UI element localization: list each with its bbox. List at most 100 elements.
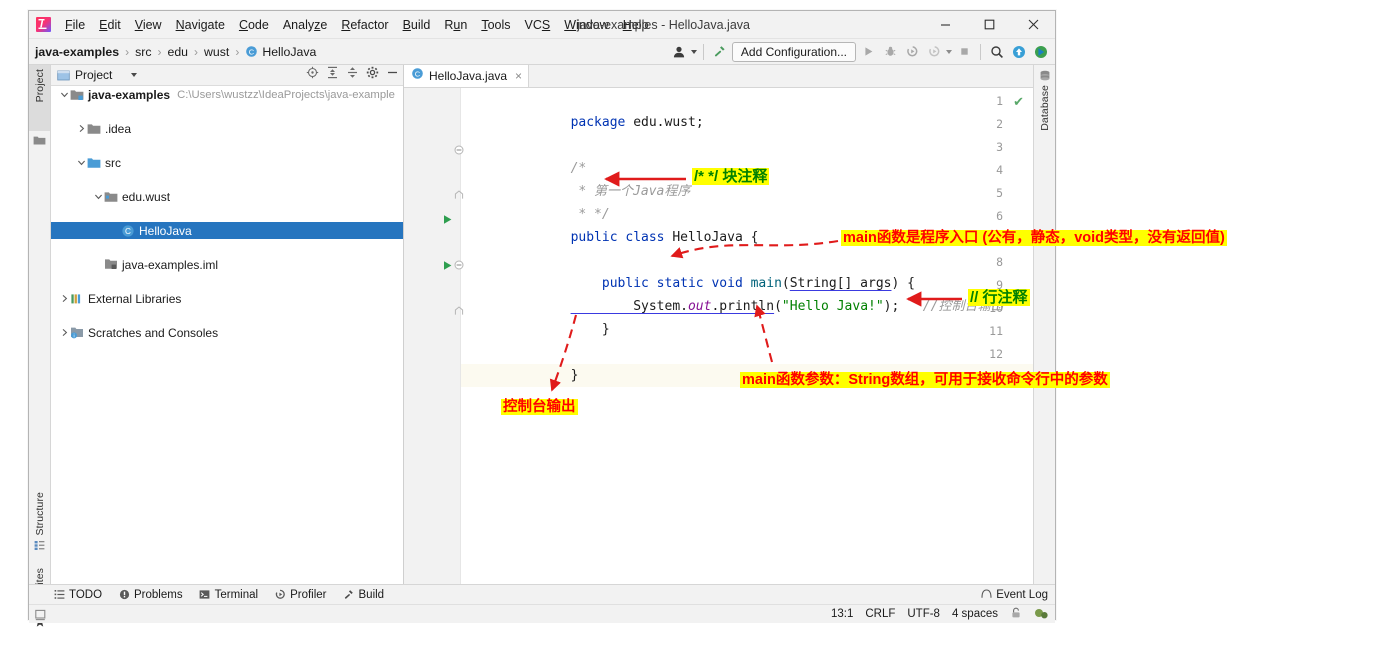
tool-button-todo[interactable]: TODO <box>53 589 102 601</box>
annotation-text: /* */ 块注释 <box>692 168 770 185</box>
breadcrumb-item-1[interactable]: src <box>135 45 151 59</box>
status-encoding[interactable]: UTF-8 <box>907 608 940 620</box>
code-token: .println <box>711 299 775 314</box>
settings-gear-icon[interactable] <box>366 66 379 84</box>
chevron-down-icon[interactable] <box>93 191 104 202</box>
tool-button-profiler[interactable]: Profiler <box>274 589 327 601</box>
search-icon[interactable] <box>987 42 1007 62</box>
tree-row-hellojava[interactable]: C HelloJava <box>51 222 403 239</box>
stripe-tab-project-content[interactable]: Project <box>29 69 50 102</box>
tool-button-build[interactable]: Build <box>343 589 384 601</box>
status-caret-position[interactable]: 13:1 <box>831 608 853 620</box>
breadcrumb-item-4[interactable]: C HelloJava <box>245 45 316 59</box>
stop-icon[interactable] <box>954 42 974 62</box>
status-indent[interactable]: 4 spaces <box>952 608 998 620</box>
run-configuration-selector[interactable]: Add Configuration... <box>731 41 856 62</box>
code-token: package <box>570 115 626 130</box>
tree-row-java-examples[interactable]: java-examples C:\Users\wustzz\IdeaProjec… <box>51 86 403 103</box>
user-avatar-icon[interactable] <box>669 42 689 62</box>
chevron-down-icon[interactable] <box>131 73 137 77</box>
code-token: HelloJava <box>672 230 743 245</box>
update-project-icon[interactable] <box>1009 42 1029 62</box>
profile-dropdown-caret-icon[interactable] <box>946 49 952 54</box>
run-play-icon[interactable] <box>858 42 878 62</box>
chevron-right-icon[interactable] <box>76 123 87 134</box>
tree-row-external-libraries[interactable]: External Libraries <box>51 290 403 307</box>
code-token: } <box>570 322 610 337</box>
chevron-down-icon[interactable] <box>59 89 70 100</box>
status-line-separator[interactable]: CRLF <box>865 608 895 620</box>
stripe-tab-structure[interactable]: Structure <box>29 492 50 552</box>
forward-icon[interactable] <box>1031 42 1051 62</box>
event-log-icon <box>981 588 992 602</box>
menu-mnemonic-navigate: N <box>175 17 185 32</box>
editor-tab-hellojava[interactable]: C HelloJava.java × <box>404 65 530 87</box>
structure-icon <box>33 539 46 552</box>
menu-mnemonic-vcs: S <box>541 17 551 32</box>
stripe-tab-database[interactable]: Database <box>1034 69 1055 131</box>
menu-item-edit[interactable]: Edit <box>92 15 128 35</box>
menu-item-analyze[interactable]: Analyze <box>276 15 334 35</box>
menu-item-refactor[interactable]: Refactor <box>334 15 395 35</box>
user-dropdown-caret-icon[interactable] <box>690 49 697 54</box>
tool-button-problems[interactable]: Problems <box>118 589 183 601</box>
run-gutter-icon-class[interactable] <box>442 212 453 230</box>
run-gutter-icon-main[interactable] <box>442 258 453 276</box>
inspection-level-icon[interactable] <box>1034 607 1048 622</box>
code-token: } <box>570 368 579 383</box>
svg-text:i: i <box>73 334 74 339</box>
event-log-button[interactable]: Event Log <box>981 585 1048 604</box>
run-with-coverage-icon[interactable] <box>902 42 922 62</box>
window-controls <box>923 11 1055 38</box>
breadcrumb[interactable]: java-examples › src › edu › wust › C Hel… <box>35 39 316 64</box>
chevron-right-icon[interactable] <box>59 327 70 338</box>
expand-all-icon[interactable] <box>326 66 339 84</box>
lock-icon[interactable] <box>1010 607 1022 622</box>
menu-mnemonic-edit: E <box>99 17 108 32</box>
inspection-ok-icon[interactable]: ✔ <box>1013 94 1024 110</box>
menu-bar[interactable]: File Edit View Navigate Code Analyze Ref… <box>58 11 655 38</box>
menu-item-file[interactable]: File <box>58 15 92 35</box>
minimize-button[interactable] <box>923 11 967 38</box>
project-tree[interactable]: java-examples C:\Users\wustzz\IdeaProjec… <box>51 86 403 584</box>
locate-icon[interactable] <box>306 66 319 84</box>
chevron-down-icon[interactable] <box>76 157 87 168</box>
navigation-bar: java-examples › src › edu › wust › C Hel… <box>29 39 1055 65</box>
menu-item-run[interactable]: Run <box>437 15 474 35</box>
code-text[interactable]: package edu.wust; /* * 第一个Java程序 * */ pu… <box>461 88 1034 584</box>
breadcrumb-item-2[interactable]: edu <box>168 45 189 59</box>
tree-row-src[interactable]: src <box>51 154 403 171</box>
menu-item-vcs[interactable]: VCS <box>518 15 558 35</box>
editor-gutter[interactable] <box>404 88 461 584</box>
tree-row-iml[interactable]: java-examples.iml <box>51 256 403 273</box>
tree-row-scratches[interactable]: i Scratches and Consoles <box>51 324 403 341</box>
maximize-button[interactable] <box>967 11 1011 38</box>
code-editor[interactable]: 1 2 3 4 5 6 7 8 9 10 11 12 13 <box>404 88 1034 584</box>
menu-item-code[interactable]: Code <box>232 15 276 35</box>
menu-item-view[interactable]: View <box>128 15 169 35</box>
close-button[interactable] <box>1011 11 1055 38</box>
collapse-all-icon[interactable] <box>346 66 359 84</box>
tool-button-terminal[interactable]: Terminal <box>199 589 258 601</box>
profile-icon[interactable] <box>924 42 944 62</box>
tree-label: HelloJava <box>139 223 192 238</box>
terminal-icon <box>199 589 211 601</box>
close-icon[interactable]: × <box>515 69 522 83</box>
tree-row-edu-wust[interactable]: edu.wust <box>51 188 403 205</box>
chevron-right-icon[interactable] <box>59 293 70 304</box>
hide-minus-icon[interactable] <box>386 66 399 84</box>
menu-mnemonic-file: F <box>65 17 73 32</box>
debug-bug-icon[interactable] <box>880 42 900 62</box>
menu-item-navigate[interactable]: Navigate <box>169 15 232 35</box>
tree-row-idea[interactable]: .idea <box>51 120 403 137</box>
breadcrumb-sep: › <box>235 44 240 59</box>
menu-item-build[interactable]: Build <box>396 15 438 35</box>
java-class-icon: C <box>411 67 424 85</box>
breadcrumb-item-3[interactable]: wust <box>204 45 229 59</box>
breadcrumb-item-0[interactable]: java-examples <box>35 45 119 59</box>
menu-item-tools[interactable]: Tools <box>474 15 517 35</box>
status-widget-icon[interactable] <box>35 608 47 621</box>
hammer-build-icon[interactable] <box>710 42 730 62</box>
project-view-icon <box>57 69 70 82</box>
tree-label: java-examples <box>88 87 171 102</box>
